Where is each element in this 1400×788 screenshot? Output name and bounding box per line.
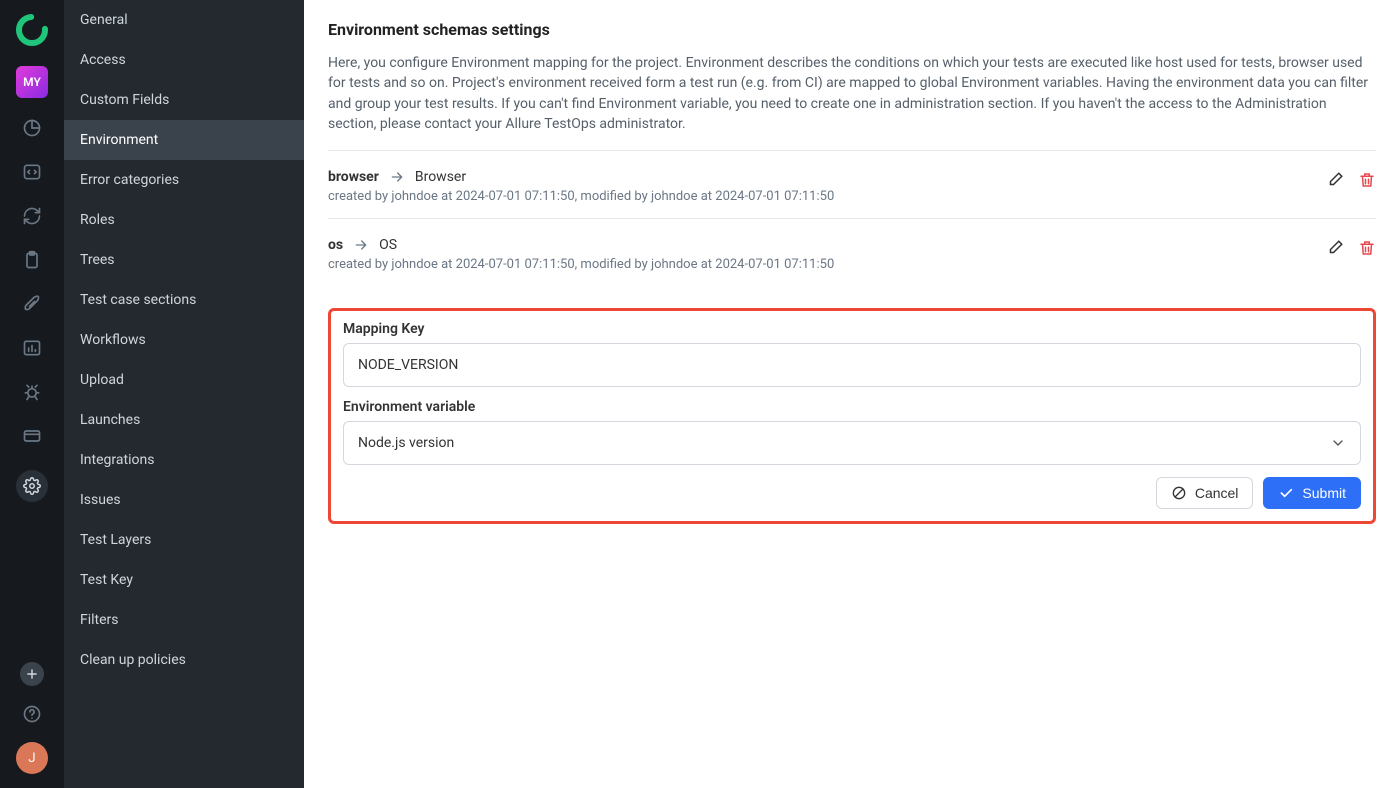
- settings-sidebar: General Access Custom Fields Environment…: [64, 0, 304, 788]
- submit-button-label: Submit: [1302, 485, 1346, 501]
- code-icon[interactable]: [22, 162, 42, 182]
- sidebar-item-launches[interactable]: Launches: [64, 400, 304, 440]
- help-icon[interactable]: [22, 704, 42, 724]
- sidebar-item-clean-up-policies[interactable]: Clean up policies: [64, 640, 304, 680]
- sidebar-item-upload[interactable]: Upload: [64, 360, 304, 400]
- sidebar-item-issues[interactable]: Issues: [64, 480, 304, 520]
- pie-chart-icon[interactable]: [22, 118, 42, 138]
- sidebar-item-test-case-sections[interactable]: Test case sections: [64, 280, 304, 320]
- sidebar-item-workflows[interactable]: Workflows: [64, 320, 304, 360]
- mapping-key-input[interactable]: [343, 343, 1361, 387]
- sidebar-item-access[interactable]: Access: [64, 40, 304, 80]
- chevron-down-icon: [1330, 435, 1346, 451]
- sidebar-item-test-layers[interactable]: Test Layers: [64, 520, 304, 560]
- nav-rail: MY: [0, 0, 64, 788]
- trash-icon[interactable]: [1358, 239, 1376, 257]
- sidebar-item-environment[interactable]: Environment: [64, 120, 304, 160]
- cancel-button-label: Cancel: [1195, 485, 1239, 501]
- sidebar-item-custom-fields[interactable]: Custom Fields: [64, 80, 304, 120]
- project-badge[interactable]: MY: [16, 66, 48, 98]
- card-icon[interactable]: [22, 426, 42, 446]
- edit-icon[interactable]: [1326, 239, 1344, 257]
- env-var-select-value: Node.js version: [358, 435, 454, 451]
- user-avatar[interactable]: J: [16, 742, 48, 774]
- env-var-select[interactable]: Node.js version: [343, 421, 1361, 465]
- rocket-icon[interactable]: [22, 294, 42, 314]
- sidebar-item-trees[interactable]: Trees: [64, 240, 304, 280]
- sync-icon[interactable]: [22, 206, 42, 226]
- sidebar-item-general[interactable]: General: [64, 0, 304, 40]
- cancel-icon: [1171, 485, 1187, 501]
- arrow-right-icon: [389, 169, 405, 185]
- settings-icon[interactable]: [16, 470, 48, 502]
- clipboard-icon[interactable]: [22, 250, 42, 270]
- sidebar-item-roles[interactable]: Roles: [64, 200, 304, 240]
- edit-icon[interactable]: [1326, 171, 1344, 189]
- env-mapping-row: browser Browser created by johndoe at 20…: [328, 151, 1376, 219]
- mapping-key: os: [328, 237, 343, 253]
- mapping-key-label: Mapping Key: [343, 321, 1361, 337]
- cancel-button[interactable]: Cancel: [1156, 477, 1254, 509]
- add-button-icon[interactable]: [20, 662, 44, 686]
- page-description: Here, you configure Environment mapping …: [328, 53, 1376, 134]
- mapping-meta: created by johndoe at 2024-07-01 07:11:5…: [328, 189, 1326, 204]
- sidebar-item-error-categories[interactable]: Error categories: [64, 160, 304, 200]
- trash-icon[interactable]: [1358, 171, 1376, 189]
- sidebar-item-filters[interactable]: Filters: [64, 600, 304, 640]
- app-logo-icon: [16, 14, 48, 46]
- sidebar-item-test-key[interactable]: Test Key: [64, 560, 304, 600]
- bug-icon[interactable]: [22, 382, 42, 402]
- main-content: Environment schemas settings Here, you c…: [304, 0, 1400, 788]
- arrow-right-icon: [353, 237, 369, 253]
- rail-nav-icons: [16, 118, 48, 502]
- mapping-meta: created by johndoe at 2024-07-01 07:11:5…: [328, 257, 1326, 272]
- submit-button[interactable]: Submit: [1263, 477, 1361, 509]
- env-mapping-row: os OS created by johndoe at 2024-07-01 0…: [328, 219, 1376, 286]
- mapping-value: Browser: [415, 169, 466, 185]
- add-mapping-form: Mapping Key Environment variable Node.js…: [328, 308, 1376, 524]
- sidebar-item-integrations[interactable]: Integrations: [64, 440, 304, 480]
- bar-chart-icon[interactable]: [22, 338, 42, 358]
- page-title: Environment schemas settings: [328, 20, 1376, 39]
- check-icon: [1278, 485, 1294, 501]
- env-var-label: Environment variable: [343, 399, 1361, 415]
- mapping-value: OS: [379, 237, 397, 253]
- mapping-key: browser: [328, 169, 379, 185]
